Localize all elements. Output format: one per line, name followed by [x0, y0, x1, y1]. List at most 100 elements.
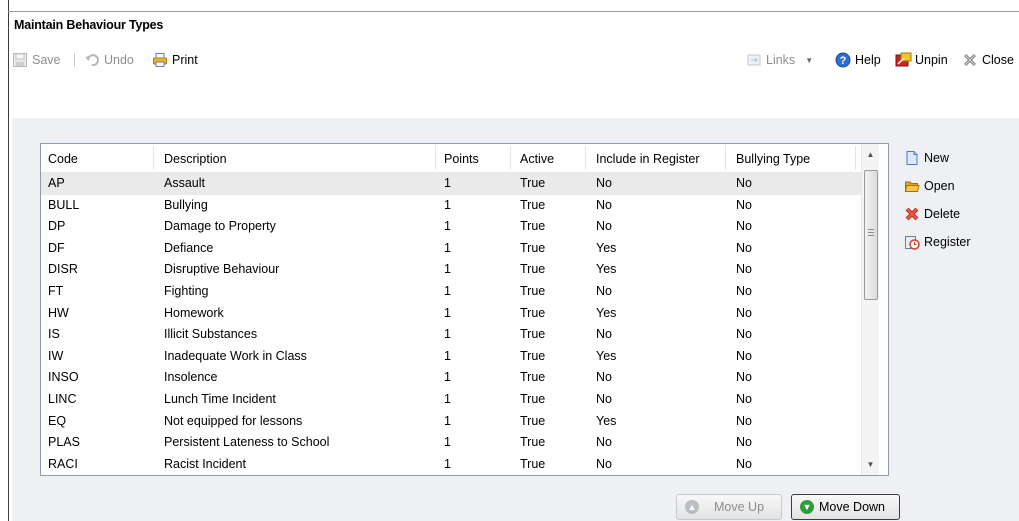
table-row[interactable]: PLAS Persistent Lateness to School 1 Tru… [41, 432, 861, 454]
table-row[interactable]: BULL Bullying 1 True No No [41, 195, 861, 217]
cell-code: DISR [48, 262, 78, 277]
links-icon [746, 52, 762, 68]
cell-code: HW [48, 305, 69, 320]
cell-code: RACI [48, 456, 78, 471]
cell-active: True [520, 391, 546, 406]
header-include-in-register[interactable]: Include in Register [596, 152, 700, 166]
table-row[interactable]: AP Assault 1 True No No [41, 173, 861, 195]
register-button[interactable]: Register [904, 232, 971, 252]
window-frame-left [8, 0, 9, 521]
header-description[interactable]: Description [164, 152, 227, 166]
column-divider[interactable] [725, 146, 726, 170]
help-icon: ? [835, 52, 851, 68]
grid-rows: AP Assault 1 True No No BULL Bullying 1 … [41, 173, 861, 475]
column-divider[interactable] [855, 146, 856, 170]
table-row[interactable]: IW Inadequate Work in Class 1 True Yes N… [41, 346, 861, 368]
column-divider[interactable] [585, 146, 586, 170]
close-icon [962, 52, 978, 68]
table-row[interactable]: DP Damage to Property 1 True No No [41, 216, 861, 238]
new-button[interactable]: New [904, 148, 949, 168]
new-document-icon [904, 150, 920, 166]
header-code[interactable]: Code [48, 152, 78, 166]
cell-description: Disruptive Behaviour [164, 262, 280, 277]
save-button[interactable]: Save [12, 50, 61, 70]
close-button[interactable]: Close [962, 50, 1014, 70]
cell-description: Damage to Property [164, 219, 276, 234]
cell-active: True [520, 219, 546, 234]
column-divider[interactable] [435, 146, 436, 170]
links-label: Links [766, 53, 796, 67]
cell-description: Fighting [164, 283, 209, 298]
cell-active: True [520, 370, 546, 385]
scroll-up-icon[interactable]: ▲ [862, 146, 879, 163]
delete-label: Delete [924, 207, 961, 221]
move-up-button[interactable]: ▲ Move Up [676, 494, 782, 520]
unpin-button[interactable]: Unpin [895, 50, 948, 70]
cell-active: True [520, 240, 546, 255]
close-label: Close [982, 53, 1014, 67]
cell-bullying: No [736, 197, 752, 212]
cell-points: 1 [444, 262, 451, 277]
delete-button[interactable]: Delete [904, 204, 960, 224]
table-row[interactable]: RACI Racist Incident 1 True No No [41, 454, 861, 476]
grid-header: Code Description Points Active Include i… [41, 144, 861, 173]
cell-description: Not equipped for lessons [164, 413, 303, 428]
toolbar-separator [74, 53, 75, 67]
table-row[interactable]: EQ Not equipped for lessons 1 True Yes N… [41, 411, 861, 433]
cell-code: DF [48, 240, 65, 255]
scroll-down-icon[interactable]: ▼ [862, 456, 879, 473]
cell-code: EQ [48, 413, 67, 428]
cell-include: No [596, 176, 612, 190]
column-divider[interactable] [153, 146, 154, 170]
links-button[interactable]: Links ▼ [746, 50, 813, 70]
print-button[interactable]: Print [152, 50, 198, 70]
cell-include: Yes [596, 240, 617, 255]
cell-active: True [520, 176, 546, 190]
table-row[interactable]: HW Homework 1 True Yes No [41, 303, 861, 325]
cell-description: Assault [164, 176, 205, 190]
move-down-label: Move Down [819, 500, 885, 514]
header-bullying-type[interactable]: Bullying Type [736, 152, 810, 166]
save-label: Save [32, 53, 61, 67]
cell-code: LINC [48, 391, 77, 406]
scrollbar-thumb[interactable] [864, 170, 878, 300]
cell-points: 1 [444, 327, 451, 342]
window-frame-top [8, 11, 1019, 12]
cell-active: True [520, 327, 546, 342]
open-button[interactable]: Open [904, 176, 955, 196]
header-active[interactable]: Active [520, 152, 554, 166]
column-divider[interactable] [510, 146, 511, 170]
table-row[interactable]: LINC Lunch Time Incident 1 True No No [41, 389, 861, 411]
table-row[interactable]: FT Fighting 1 True No No [41, 281, 861, 303]
cell-bullying: No [736, 327, 752, 342]
cell-active: True [520, 413, 546, 428]
cell-points: 1 [444, 240, 451, 255]
move-down-button[interactable]: ▼ Move Down [791, 494, 900, 520]
cell-description: Insolence [164, 370, 218, 385]
cell-bullying: No [736, 283, 752, 298]
toolbar: Save Undo Print Links ▼ ? Help Unpin Clo… [12, 50, 1019, 70]
header-points[interactable]: Points [444, 152, 479, 166]
cell-bullying: No [736, 456, 752, 471]
cell-bullying: No [736, 370, 752, 385]
table-row[interactable]: INSO Insolence 1 True No No [41, 367, 861, 389]
undo-icon [84, 52, 100, 68]
vertical-scrollbar[interactable]: ▲ ▼ [861, 144, 879, 475]
cell-bullying: No [736, 176, 752, 190]
cell-include: No [596, 370, 612, 385]
cell-points: 1 [444, 391, 451, 406]
behaviour-types-grid[interactable]: Code Description Points Active Include i… [40, 143, 889, 476]
cell-include: Yes [596, 413, 617, 428]
cell-include: No [596, 435, 612, 450]
cell-code: DP [48, 219, 66, 234]
table-row[interactable]: DISR Disruptive Behaviour 1 True Yes No [41, 259, 861, 281]
cell-points: 1 [444, 413, 451, 428]
cell-active: True [520, 283, 546, 298]
help-button[interactable]: ? Help [835, 50, 881, 70]
cell-points: 1 [444, 348, 451, 363]
table-row[interactable]: IS Illicit Substances 1 True No No [41, 324, 861, 346]
cell-description: Persistent Lateness to School [164, 435, 330, 450]
table-row[interactable]: DF Defiance 1 True Yes No [41, 238, 861, 260]
pin-icon [895, 52, 912, 68]
undo-button[interactable]: Undo [84, 50, 134, 70]
